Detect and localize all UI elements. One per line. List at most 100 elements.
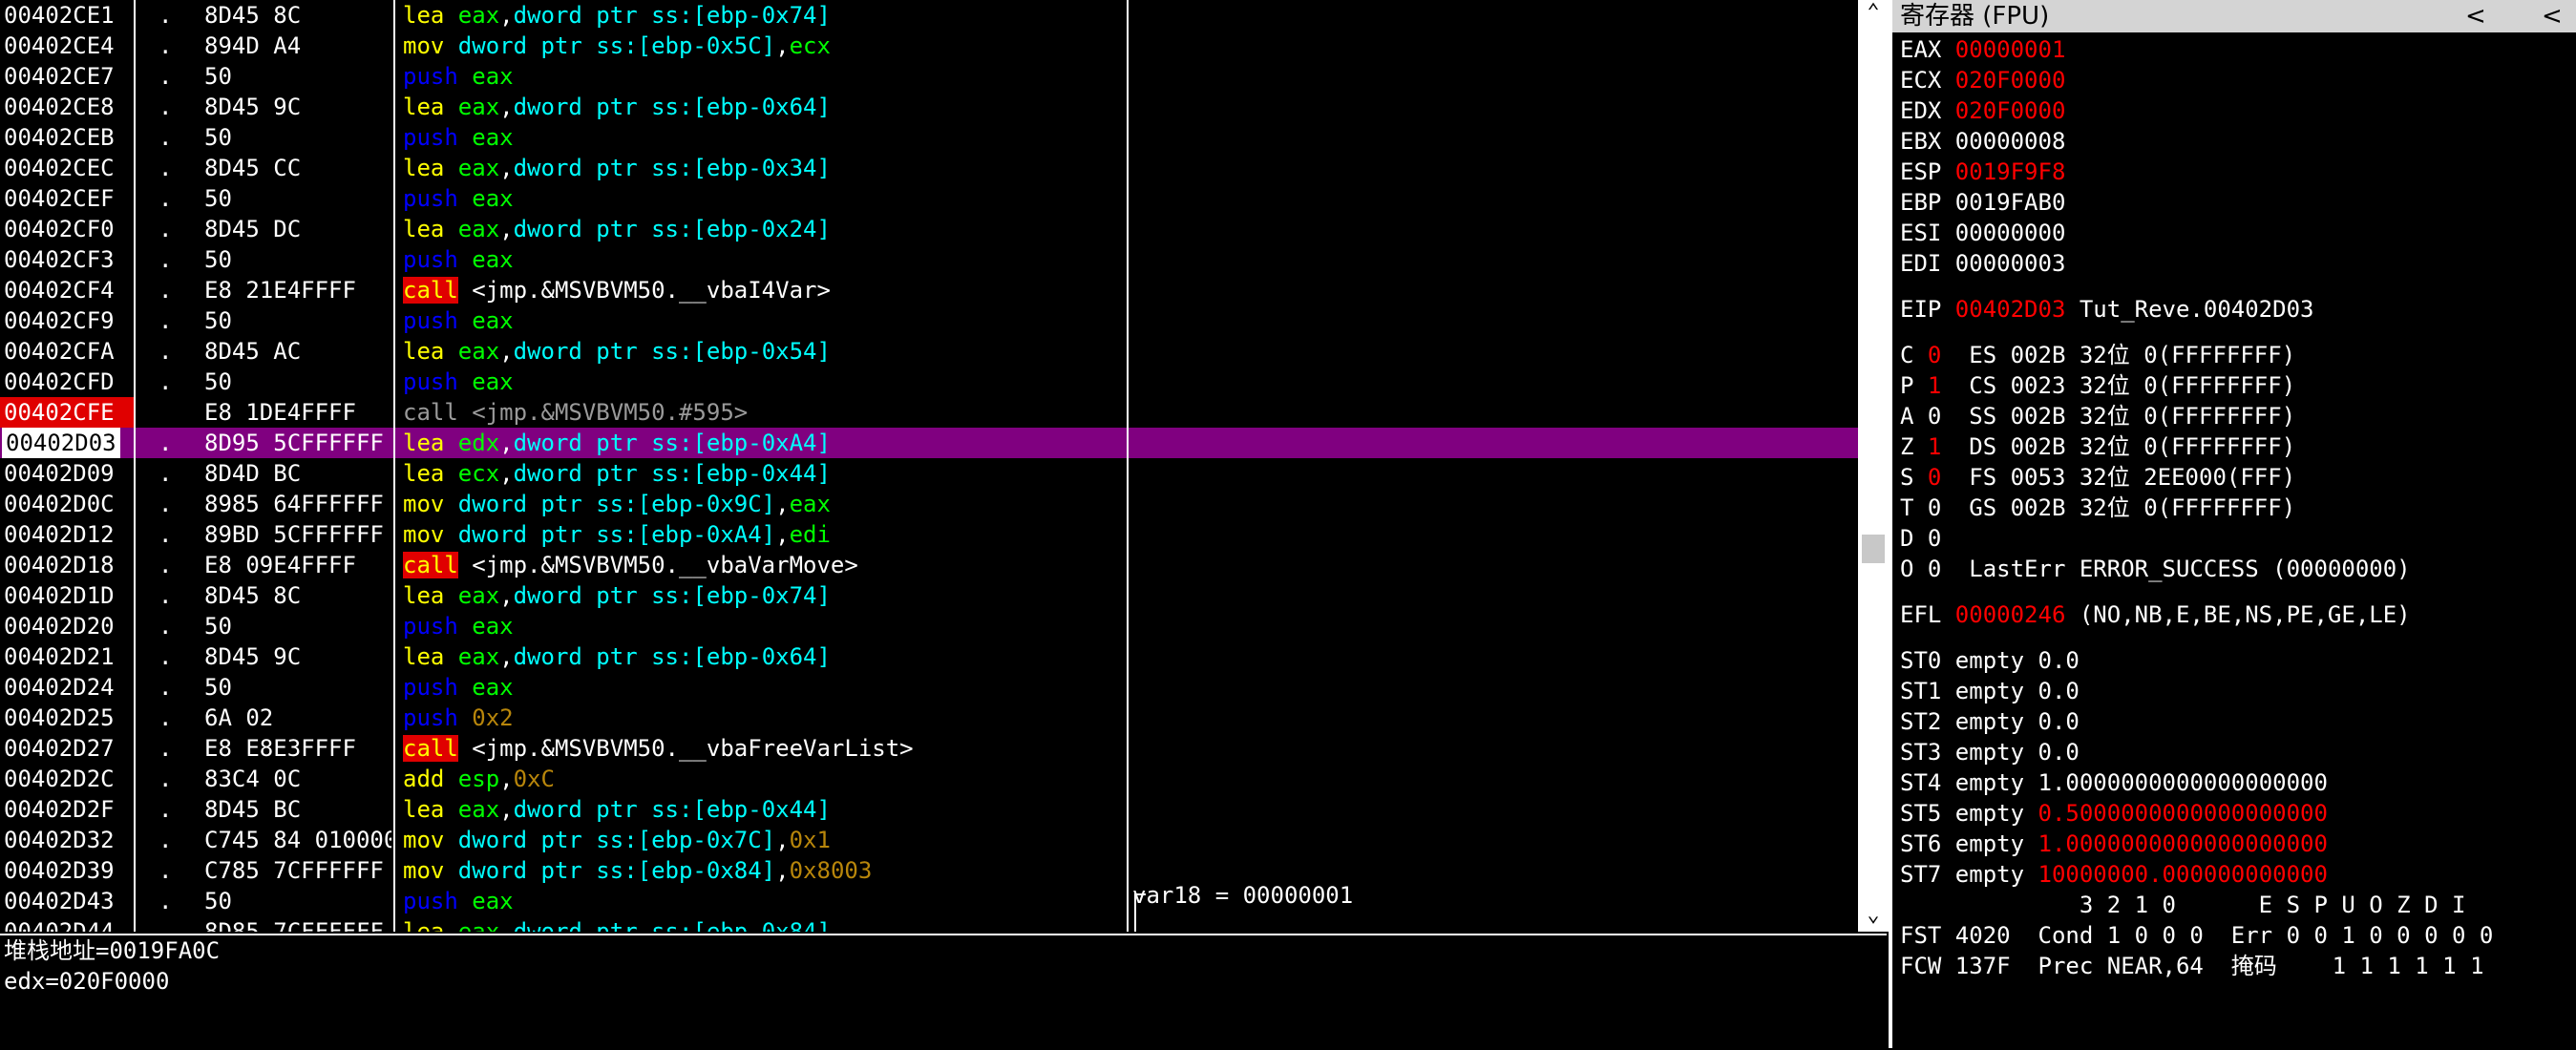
disasm-row[interactable]: 00402D2C. 83C4 0C add esp,0xC (0, 764, 1862, 794)
disasm-row[interactable]: 00402CE1. 8D45 8C lea eax,dword ptr ss:[eb… (0, 0, 1862, 31)
disasm-row[interactable]: 00402CEC. 8D45 CC lea eax,dword ptr ss:[eb… (0, 153, 1862, 183)
instruction-token: eax (457, 155, 500, 181)
row-hex: 50 (204, 63, 232, 90)
disasm-row[interactable]: 00402CFE E8 1DE4FFFF call <jmp.&MSVBVM50.#… (0, 397, 1862, 428)
row-address[interactable]: 00402CF9 (4, 305, 115, 336)
row-address[interactable]: 00402D39 (4, 855, 115, 886)
row-address[interactable]: 00402CFD (4, 367, 115, 397)
row-address[interactable]: 00402D43 (4, 886, 115, 916)
register-ebp: EBP 0019FAB0 (1900, 187, 2065, 218)
scroll-down-icon[interactable]: ⌄ (1862, 903, 1885, 927)
disasm-row[interactable]: 00402CF0. 8D45 DC lea eax,dword ptr ss:[eb… (0, 214, 1862, 244)
disasm-row[interactable]: 00402D0C. 8985 64FFFFFF mov dword ptr ss:[… (0, 489, 1862, 519)
row-instruction: call <jmp.&MSVBVM50.__vbaI4Var> (403, 275, 831, 305)
nav-right-icon[interactable]: < (2542, 0, 2563, 32)
row-marker: . (158, 32, 173, 59)
disasm-row[interactable]: 00402CFD. 50 push eax (0, 367, 1862, 397)
row-address[interactable]: 00402D44 (4, 916, 115, 932)
disasm-row[interactable]: 00402D1D. 8D45 8C lea eax,dword ptr ss:[eb… (0, 580, 1862, 611)
info-stack-address: 堆栈地址=0019FA0C (4, 937, 221, 964)
disasm-row[interactable]: 00402CEF. 50 push eax (0, 183, 1862, 214)
disasm-row[interactable]: 00402D32. C745 84 01000000 mov dword ptr s… (0, 825, 1862, 855)
instruction-token: lea (403, 643, 458, 670)
flag-z-part: Z (1900, 433, 1928, 460)
nav-left-icon[interactable]: < (2465, 0, 2486, 32)
scroll-up-icon[interactable]: ⌃ (1862, 0, 1885, 24)
row-address[interactable]: 00402D0C (4, 489, 115, 519)
row-address[interactable]: 00402D32 (4, 825, 115, 855)
disasm-row[interactable]: 00402D44. 8D85 7CFFFFFF lea eax,dword ptr … (0, 916, 1862, 932)
disassembly-scrollbar[interactable]: ⌃ ⌄ (1858, 0, 1889, 932)
row-address[interactable]: 00402D03 (2, 428, 120, 458)
row-marker: . (158, 368, 173, 395)
row-address[interactable]: 00402D12 (4, 519, 115, 550)
row-address[interactable]: 00402CEF (4, 183, 115, 214)
row-instruction: lea ecx,dword ptr ss:[ebp-0x44] (403, 458, 831, 489)
row-address[interactable]: 00402D18 (4, 550, 115, 580)
row-address[interactable]: 00402CEB (4, 122, 115, 153)
disasm-row[interactable]: 00402D25. 6A 02 push 0x2 (0, 703, 1862, 733)
instruction-token: , (499, 766, 514, 792)
row-marker: . (158, 155, 173, 181)
row-address[interactable]: 00402D1D (4, 580, 115, 611)
row-address[interactable]: 00402CE1 (4, 0, 115, 31)
scroll-thumb[interactable] (1862, 535, 1885, 563)
disasm-row[interactable]: 00402CFA. 8D45 AC lea eax,dword ptr ss:[eb… (0, 336, 1862, 367)
disasm-row[interactable]: 00402CE8. 8D45 9C lea eax,dword ptr ss:[eb… (0, 92, 1862, 122)
row-address[interactable]: 00402CF3 (4, 244, 115, 275)
instruction-token: eax (457, 216, 500, 242)
register-esp: ESP 0019F9F8 (1900, 157, 2065, 187)
row-address[interactable]: 00402CE8 (4, 92, 115, 122)
disasm-row[interactable]: 00402D09. 8D4D BC lea ecx,dword ptr ss:[eb… (0, 458, 1862, 489)
row-address[interactable]: 00402D20 (4, 611, 115, 641)
register-eip: EIP 00402D03 Tut_Reve.00402D03 (1900, 294, 2313, 325)
register-ebx-part: EBX (1900, 128, 1955, 155)
disasm-row[interactable]: 00402D18. E8 09E4FFFF call <jmp.&MSVBVM50.… (0, 550, 1862, 580)
disasm-row[interactable]: 00402CF4. E8 21E4FFFF call <jmp.&MSVBVM50.… (0, 275, 1862, 305)
disasm-row[interactable]: 00402CEB. 50 push eax (0, 122, 1862, 153)
instruction-token: dword ptr ss:[ebp-0x84] (513, 918, 831, 932)
row-marker: . (158, 704, 173, 731)
disasm-row[interactable]: 00402D27. E8 E8E3FFFF call <jmp.&MSVBVM50.… (0, 733, 1862, 764)
disasm-row[interactable]: 00402D12. 89BD 5CFFFFFF mov dword ptr ss:[… (0, 519, 1862, 550)
row-address[interactable]: 00402D24 (4, 672, 115, 703)
row-address[interactable]: 00402D21 (4, 641, 115, 672)
row-instruction: mov dword ptr ss:[ebp-0x5C],ecx (403, 31, 831, 61)
disasm-row[interactable]: 00402D43. 50 push eax (0, 886, 1862, 916)
disasm-row[interactable]: 00402D21. 8D45 9C lea eax,dword ptr ss:[eb… (0, 641, 1862, 672)
row-address[interactable]: 00402D2C (4, 764, 115, 794)
disasm-row[interactable]: 00402D03. 8D95 5CFFFFFF lea edx,dword ptr … (0, 428, 1862, 458)
row-hex: 8D45 DC (204, 216, 302, 242)
row-instruction: lea edx,dword ptr ss:[ebp-0xA4] (403, 428, 831, 458)
disasm-row[interactable]: 00402D20. 50 push eax (0, 611, 1862, 641)
row-address[interactable]: 00402CF4 (4, 275, 115, 305)
row-address[interactable]: 00402D09 (4, 458, 115, 489)
registers-pane[interactable]: 寄存器 (FPU) < < EAX 00000001 ECX 020F0000 ED… (1889, 0, 2576, 1048)
disasm-row[interactable]: 00402D39. C785 7CFFFFFF mov dword ptr ss:[… (0, 855, 1862, 886)
row-hex: 50 (204, 124, 232, 151)
row-address[interactable]: 00402D2F (4, 794, 115, 825)
disasm-row[interactable]: 00402CE7. 50 push eax (0, 61, 1862, 92)
row-address[interactable]: 00402CF0 (4, 214, 115, 244)
row-address[interactable]: 00402CFE (0, 397, 134, 428)
row-address[interactable]: 00402CE4 (4, 31, 115, 61)
disasm-row[interactable]: 00402D2F. 8D45 BC lea eax,dword ptr ss:[eb… (0, 794, 1862, 825)
row-address[interactable]: 00402CE7 (4, 61, 115, 92)
row-address[interactable]: 00402CEC (4, 153, 115, 183)
disasm-row[interactable]: 00402CE4. 894D A4 mov dword ptr ss:[ebp-0x… (0, 31, 1862, 61)
instruction-token: eax (457, 2, 500, 29)
row-address[interactable]: 00402D25 (4, 703, 115, 733)
disasm-row[interactable]: 00402CF9. 50 push eax (0, 305, 1862, 336)
disasm-row[interactable]: 00402D24. 50 push eax (0, 672, 1862, 703)
instruction-token: eax (472, 368, 514, 395)
instruction-token: , (499, 216, 514, 242)
register-edx-part: 020F0000 (1954, 97, 2066, 124)
row-instruction: mov dword ptr ss:[ebp-0x7C],0x1 (403, 825, 831, 855)
row-address[interactable]: 00402CFA (4, 336, 115, 367)
row-instruction: mov dword ptr ss:[ebp-0x9C],eax (403, 489, 831, 519)
disasm-row[interactable]: 00402CF3. 50 push eax (0, 244, 1862, 275)
instruction-token: push (403, 124, 473, 151)
disassembly-pane[interactable]: 00402CE1. 8D45 8C lea eax,dword ptr ss:[eb… (0, 0, 1862, 932)
instruction-token: eax (472, 307, 514, 334)
row-address[interactable]: 00402D27 (4, 733, 115, 764)
